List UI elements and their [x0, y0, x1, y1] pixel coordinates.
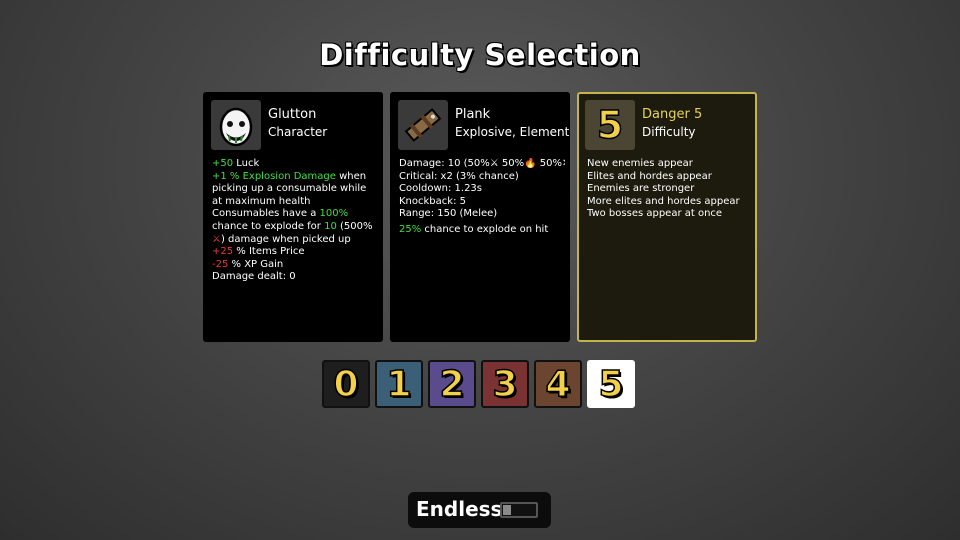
text-segment: % Items Price: [233, 246, 305, 258]
text-segment: (500%: [336, 220, 373, 232]
endless-toggle-panel[interactable]: Endless: [408, 492, 551, 528]
character-type: Character: [268, 125, 328, 139]
description-line: 25% chance to explode on hit: [399, 224, 565, 237]
description-line: Damage dealt: 0: [212, 271, 378, 284]
description-line: Range: 150 (Melee): [399, 208, 565, 221]
text-segment: +1 % Explosion Damage: [212, 170, 336, 182]
character-card: Glutton Character +50 Luck +1 % Explosion…: [203, 92, 383, 342]
egg-face-icon: [211, 100, 261, 150]
description-line: More elites and hordes appear: [587, 196, 750, 209]
description-line: picking up a consumable while: [212, 183, 378, 196]
description-line: ⚔) damage when picked up: [212, 234, 378, 247]
text-segment: picking up a consumable while: [212, 183, 367, 195]
character-description: +50 Luck +1 % Explosion Damage when pickin…: [212, 158, 378, 284]
difficulty-button-2[interactable]: 2: [428, 360, 476, 408]
text-segment: Critical: x2 (3% chance): [399, 170, 519, 182]
text-segment: ⚔: [212, 233, 221, 245]
text-segment: chance to explode on hit: [421, 223, 549, 235]
text-segment: Luck: [233, 158, 260, 169]
text-segment: Range: 150 (Melee): [399, 208, 498, 220]
description-line: Elites and hordes appear: [587, 171, 750, 184]
weapon-name: Plank: [455, 107, 491, 122]
description-line: Two bosses appear at once: [587, 208, 750, 221]
description-line: +1 % Explosion Damage when: [212, 171, 378, 184]
text-segment: New enemies appear: [587, 158, 693, 169]
toggle-knob: [503, 505, 511, 515]
text-segment: Damage: 10 (50%⚔ 50%🔥 50%✕): [399, 158, 565, 169]
description-line: Damage: 10 (50%⚔ 50%🔥 50%✕): [399, 158, 565, 171]
danger-level-icon: 5: [585, 100, 635, 150]
description-line: at maximum health: [212, 196, 378, 209]
text-segment: +25: [212, 246, 234, 258]
description-line: +25 % Items Price: [212, 246, 378, 259]
weapon-stats: Damage: 10 (50%⚔ 50%🔥 50%✕) Critical: x2 …: [399, 158, 565, 237]
text-segment: Elites and hordes appear: [587, 170, 712, 182]
description-line: Critical: x2 (3% chance): [399, 171, 565, 184]
difficulty-button-4[interactable]: 4: [534, 360, 582, 408]
description-line: +50 Luck: [212, 158, 378, 171]
danger-type: Difficulty: [642, 125, 696, 139]
difficulty-button-0[interactable]: 0: [322, 360, 370, 408]
text-segment: Damage dealt: 0: [212, 271, 296, 283]
text-segment: 100%: [319, 208, 349, 220]
endless-label: Endless: [416, 497, 503, 521]
text-segment: at maximum health: [212, 195, 311, 207]
page-title: Difficulty Selection: [319, 38, 641, 72]
endless-toggle[interactable]: [500, 502, 538, 518]
text-segment: More elites and hordes appear: [587, 195, 740, 207]
difficulty-button-3[interactable]: 3: [481, 360, 529, 408]
description-line: -25 % XP Gain: [212, 259, 378, 272]
description-line: Cooldown: 1.23s: [399, 183, 565, 196]
text-segment: 10: [324, 220, 337, 232]
text-segment: ) damage when picked up: [220, 233, 351, 245]
difficulty-button-1[interactable]: 1: [375, 360, 423, 408]
weapon-type: Explosive, Element: [455, 125, 570, 139]
description-line: Consumables have a 100%: [212, 208, 378, 221]
text-segment: % XP Gain: [228, 258, 284, 270]
text-segment: Enemies are stronger: [587, 183, 695, 194]
text-segment: Two bosses appear at once: [587, 208, 723, 219]
weapon-card: Plank Explosive, Element Damage: 10 (50%…: [390, 92, 570, 342]
description-line: Knockback: 5: [399, 196, 565, 209]
description-line: Enemies are stronger: [587, 183, 750, 196]
text-segment: -25: [212, 258, 229, 270]
text-segment: when: [335, 170, 367, 182]
description-line: chance to explode for 10 (500%: [212, 221, 378, 234]
text-segment: +50: [212, 158, 234, 169]
text-segment: chance to explode for: [212, 220, 325, 232]
text-segment: 25%: [399, 223, 422, 235]
plank-weapon-icon: [398, 100, 448, 150]
text-segment: Knockback: 5: [399, 195, 466, 207]
text-segment: Cooldown: 1.23s: [399, 183, 483, 195]
difficulty-button-5[interactable]: 5: [587, 360, 635, 408]
character-name: Glutton: [268, 107, 317, 122]
danger-card: 5 Danger 5 Difficulty New enemies appear…: [577, 92, 757, 342]
description-line: New enemies appear: [587, 158, 750, 171]
danger-description: New enemies appear Elites and hordes appe…: [587, 158, 750, 221]
text-segment: Consumables have a: [212, 208, 320, 220]
danger-name: Danger 5: [642, 107, 703, 122]
danger-icon-digit: 5: [596, 102, 624, 148]
